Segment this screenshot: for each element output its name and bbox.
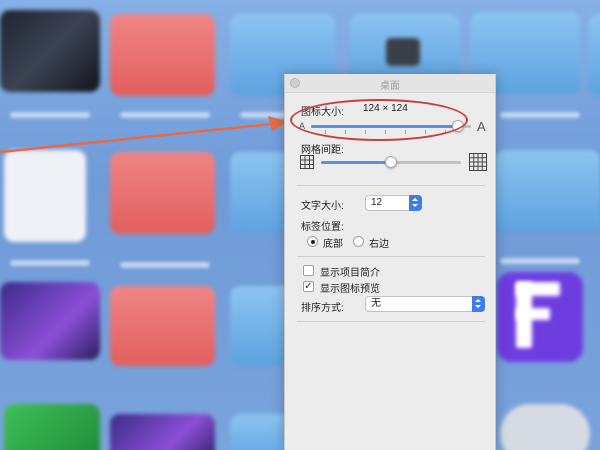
divider: [297, 256, 485, 257]
sort-by-select[interactable]: 无: [365, 296, 485, 312]
divider: [297, 321, 485, 322]
text-size-value: 12: [371, 197, 383, 208]
show-item-info-checkbox[interactable]: [303, 265, 314, 276]
text-size-select[interactable]: 12: [365, 195, 422, 211]
panel-title: 桌面: [380, 81, 400, 92]
large-icon-a-icon: A: [477, 119, 486, 134]
arrow-line: [0, 122, 273, 154]
show-item-info-label: 显示项目简介: [320, 268, 380, 279]
sort-by-value: 无: [371, 298, 381, 309]
label-position-label: 标签位置:: [301, 222, 344, 233]
show-icon-preview-checkbox[interactable]: ✓: [303, 281, 314, 292]
chevron-up-down-icon: [472, 296, 485, 312]
panel-titlebar: 桌面: [285, 74, 495, 93]
label-position-right-text: 右边: [369, 239, 389, 250]
label-position-bottom-text: 底部: [323, 239, 343, 250]
chevron-up-down-icon: [409, 195, 422, 211]
grid-spacing-slider-thumb[interactable]: [385, 156, 397, 168]
text-size-label: 文字大小:: [301, 201, 344, 212]
annotation-ellipse: [290, 99, 468, 141]
show-icon-preview-label: 显示图标预览: [320, 284, 380, 295]
label-position-right-radio[interactable]: [353, 236, 364, 247]
label-position-bottom-radio[interactable]: [307, 236, 318, 247]
grid-spacing-label: 网格间距:: [301, 145, 344, 156]
divider: [297, 185, 485, 186]
small-grid-icon: [300, 155, 314, 169]
sort-by-label: 排序方式:: [301, 303, 344, 314]
grid-spacing-slider-fill: [321, 161, 391, 164]
large-grid-icon: [469, 153, 487, 171]
